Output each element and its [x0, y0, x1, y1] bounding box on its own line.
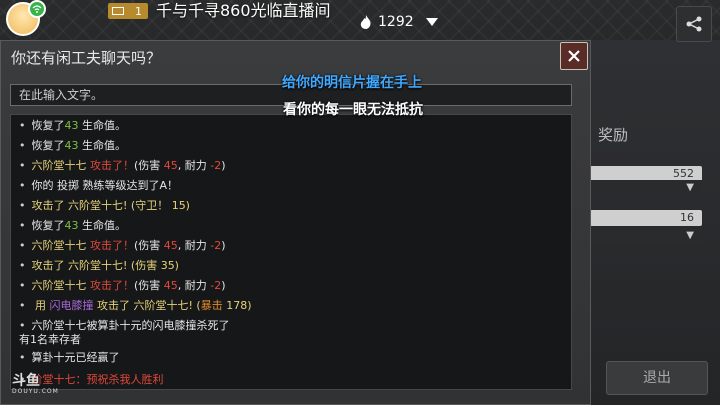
log-segment: 恢复了: [31, 219, 65, 232]
log-segment: 45: [163, 279, 178, 292]
hot-counter[interactable]: 1292: [360, 12, 438, 32]
flame-icon: [360, 15, 371, 29]
log-segment: 闪电膝撞: [49, 299, 94, 312]
log-segment: 攻击了！: [90, 279, 134, 292]
share-icon: [686, 16, 702, 32]
log-segment: 攻击了 六阶堂十七! (伤害 35): [31, 259, 179, 272]
log-line: • 恢复了43 生命值。: [19, 219, 126, 233]
log-segment: 45: [163, 239, 178, 252]
reward-dropdown[interactable]: ▼: [590, 180, 702, 196]
log-segment: ): [221, 159, 226, 172]
bullet-icon: •: [19, 319, 26, 332]
bullet-icon: •: [19, 119, 26, 132]
bullet-icon: •: [19, 159, 26, 172]
log-segment: , 耐力: [177, 239, 211, 252]
caret-down-icon[interactable]: [425, 18, 438, 26]
watermark-brand: 斗鱼: [12, 373, 40, 389]
bullet-icon: •: [19, 239, 26, 252]
stream-title: 千与千寻860光临直播间: [156, 1, 331, 20]
log-segment: 43: [64, 139, 79, 152]
bullet-icon: •: [19, 219, 26, 232]
log-line: • 恢复了43 生命值。: [19, 119, 126, 133]
close-icon: [568, 50, 580, 62]
log-segment: 恢复了: [31, 139, 65, 152]
log-segment: , 耐力: [177, 159, 211, 172]
bullet-icon: •: [19, 179, 26, 192]
log-segment: 六阶堂十七: [31, 159, 90, 172]
dialog-title: 你还有闲工夫聊天吗？: [11, 49, 162, 67]
mail-icon: [112, 7, 124, 15]
bullet-icon: •: [19, 351, 26, 364]
bullet-icon: •: [19, 299, 26, 312]
log-segment: -2: [210, 159, 222, 172]
level-badge: 1: [108, 3, 148, 19]
log-line: • 你的 投掷 熟练等级达到了A！: [19, 179, 178, 193]
combat-log: • 恢复了43 生命值。 • 恢复了43 生命值。 • 六阶堂十七 攻击了！(伤害 45,…: [10, 114, 572, 390]
log-segment: 生命值。: [78, 119, 126, 132]
log-line: • 六阶堂十七 攻击了！(伤害 45, 耐力 -2): [19, 279, 226, 293]
log-segment: 六阶堂十七: [31, 279, 90, 292]
log-segment: 生命值。: [78, 219, 126, 232]
log-line: • 六阶堂十七被算卦十元的闪电膝撞杀死了 有1名幸存者: [19, 319, 230, 347]
log-segment: 43: [64, 119, 79, 132]
log-segment: -2: [210, 239, 222, 252]
log-segment: 暴击: [200, 299, 223, 312]
watermark-domain: DOUYU.COM: [12, 388, 59, 395]
level-value: 1: [135, 4, 142, 18]
bullet-icon: •: [19, 279, 26, 292]
bullet-icon: •: [19, 139, 26, 152]
log-segment: (伤害: [134, 159, 164, 172]
bullet-icon: •: [19, 199, 26, 212]
lyric-line-2: 看你的每一眼无法抵抗: [283, 102, 423, 118]
log-segment: 你的 投掷 熟练等级达到了A！: [31, 179, 179, 192]
count-dropdown[interactable]: ▼: [590, 228, 702, 244]
wifi-icon: [28, 0, 46, 18]
lyric-line-1: 给你的明信片握在手上: [282, 75, 422, 91]
log-segment: (伤害: [134, 279, 164, 292]
log-line: • 攻击了 六阶堂十七! (守卫！ 15): [19, 199, 190, 213]
log-segment: 攻击了！: [90, 239, 134, 252]
douyu-watermark: 斗鱼 DOUYU.COM: [12, 370, 59, 395]
log-line: • 算卦十元已经赢了: [19, 351, 120, 365]
log-line: • 用 闪电膝撞 攻击了 六阶堂十七! (暴击 178): [19, 299, 252, 313]
close-button[interactable]: [560, 42, 588, 70]
exit-button[interactable]: 退出: [606, 361, 708, 395]
log-segment: 43: [64, 219, 79, 232]
log-segment: 六阶堂十七被算卦十元的闪电膝撞杀死了: [31, 319, 230, 332]
bullet-icon: •: [19, 259, 26, 272]
log-segment: ): [221, 239, 226, 252]
log-segment: , 耐力: [177, 279, 211, 292]
log-segment: 用: [31, 299, 50, 312]
log-segment: 178): [222, 299, 252, 312]
log-line: • 六阶堂十七 攻击了！(伤害 45, 耐力 -2): [19, 159, 226, 173]
log-segment: -2: [210, 279, 222, 292]
log-segment: 六阶堂十七: [31, 239, 90, 252]
log-line: • 恢复了43 生命值。: [19, 139, 126, 153]
log-segment: (伤害: [134, 239, 164, 252]
log-extra: 有1名幸存者: [19, 333, 81, 346]
log-segment: 攻击了！: [90, 159, 134, 172]
log-segment: ): [221, 279, 226, 292]
log-line: • 六阶堂十七 攻击了！(伤害 45, 耐力 -2): [19, 239, 226, 253]
log-segment: 恢复了: [31, 119, 65, 132]
count-field[interactable]: 16: [590, 210, 702, 226]
log-line: • 攻击了 六阶堂十七! (伤害 35): [19, 259, 179, 273]
share-button[interactable]: [676, 6, 712, 42]
log-segment: 算卦十元已经赢了: [31, 351, 120, 364]
log-segment: 45: [163, 159, 178, 172]
log-segment: 生命值。: [78, 139, 126, 152]
hot-count: 1292: [378, 14, 414, 30]
reward-label: 奖励: [598, 126, 629, 144]
log-segment: 攻击了 六阶堂十七! (: [93, 299, 201, 312]
log-segment: 攻击了 六阶堂十七! (守卫！ 15): [31, 199, 190, 212]
